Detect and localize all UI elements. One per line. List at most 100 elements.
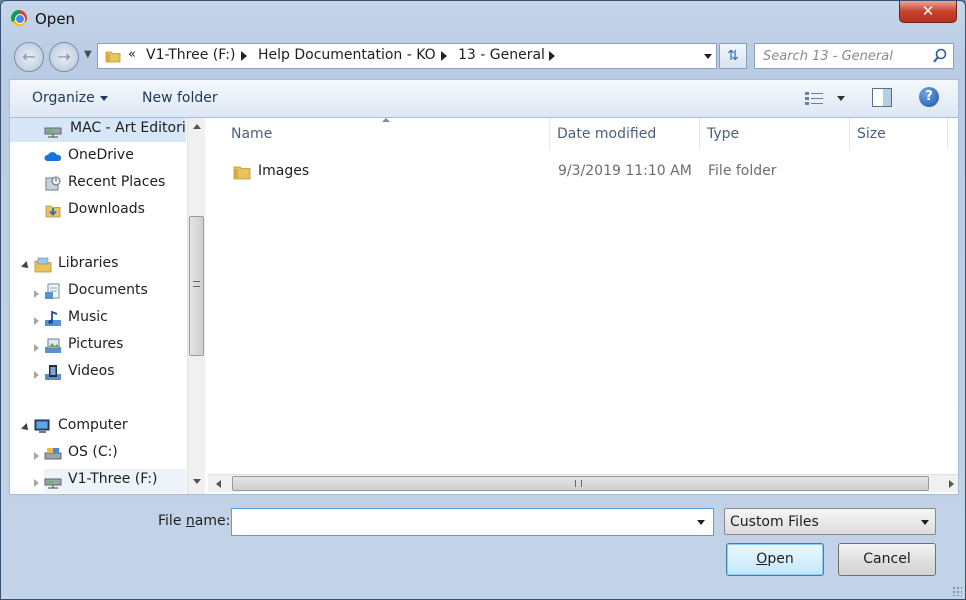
scrollbar-thumb[interactable] bbox=[189, 216, 204, 356]
pictures-icon bbox=[45, 338, 61, 353]
expand-os-c-icon[interactable] bbox=[34, 452, 39, 460]
close-button[interactable]: ✕ bbox=[899, 1, 957, 23]
breadcrumb-separator-icon[interactable] bbox=[241, 51, 247, 61]
folder-icon bbox=[105, 51, 121, 63]
recent-places-icon bbox=[45, 176, 61, 191]
chevron-down-icon bbox=[99, 95, 108, 101]
nav-item-label: MAC - Art Editorial bbox=[70, 120, 186, 136]
refresh-icon: ⇅ bbox=[727, 48, 739, 64]
column-header-name[interactable]: Name bbox=[208, 118, 550, 150]
organize-label: Organize bbox=[32, 90, 95, 106]
change-view-icon[interactable] bbox=[804, 90, 824, 106]
file-type-filter-value: Custom Files bbox=[730, 514, 819, 530]
address-history-dropdown[interactable] bbox=[704, 54, 712, 59]
file-type-filter-select[interactable]: Custom Files bbox=[724, 508, 936, 535]
scroll-down-icon[interactable] bbox=[193, 479, 201, 484]
grip-icon bbox=[575, 480, 582, 487]
nav-item-mac-art-editorial[interactable]: MAC - Art Editorial bbox=[10, 118, 186, 142]
arrow-right-icon: → bbox=[57, 47, 71, 66]
expand-music-icon[interactable] bbox=[34, 317, 39, 325]
folder-icon bbox=[233, 166, 251, 180]
search-input[interactable] bbox=[755, 44, 931, 68]
scroll-left-icon[interactable] bbox=[216, 480, 221, 488]
button-label: pen bbox=[767, 551, 794, 567]
expand-videos-icon[interactable] bbox=[34, 371, 39, 379]
nav-pane-scrollbar[interactable] bbox=[187, 118, 205, 494]
scrollbar-thumb[interactable] bbox=[232, 476, 929, 491]
window-title: Open bbox=[35, 10, 76, 28]
back-button[interactable]: ← bbox=[14, 42, 44, 72]
nav-item-label: Pictures bbox=[68, 336, 124, 352]
search-box[interactable] bbox=[754, 43, 954, 69]
breadcrumb-separator-icon[interactable] bbox=[441, 51, 447, 61]
file-date-modified: 9/3/2019 11:10 AM bbox=[558, 163, 692, 179]
network-drive-icon bbox=[44, 127, 62, 138]
accelerator-key: n bbox=[185, 513, 195, 529]
breadcrumb-help-documentation[interactable]: Help Documentation - KO bbox=[258, 47, 436, 63]
expand-documents-icon[interactable] bbox=[34, 290, 39, 298]
navigation-pane[interactable]: MAC - Art Editorial OneDrive Recent Plac… bbox=[10, 118, 186, 494]
grip-icon bbox=[193, 281, 200, 287]
expand-pictures-icon[interactable] bbox=[34, 344, 39, 352]
documents-icon bbox=[45, 283, 60, 299]
expand-v1-three-icon[interactable] bbox=[34, 479, 39, 487]
nav-item-label: Documents bbox=[68, 282, 148, 298]
collapse-libraries-icon[interactable] bbox=[21, 261, 31, 271]
breadcrumb-drive[interactable]: V1-Three (F:) bbox=[146, 47, 235, 63]
column-header-type[interactable]: Type bbox=[700, 118, 850, 150]
file-list-horizontal-scrollbar[interactable] bbox=[208, 474, 958, 492]
view-options-dropdown[interactable] bbox=[837, 96, 845, 101]
accelerator-key: O bbox=[756, 551, 768, 567]
scroll-right-icon[interactable] bbox=[949, 480, 954, 488]
nav-item-v1-three[interactable]: V1-Three (F:) bbox=[44, 469, 186, 493]
column-header-label: Date modified bbox=[557, 126, 657, 142]
address-bar[interactable]: « V1-Three (F:) Help Documentation - KO … bbox=[97, 43, 717, 69]
organize-button[interactable]: Organize bbox=[32, 90, 108, 106]
sort-ascending-icon bbox=[382, 118, 390, 122]
breadcrumb-overflow[interactable]: « bbox=[128, 47, 136, 62]
file-row[interactable]: Images 9/3/2019 11:10 AM File folder bbox=[208, 160, 948, 184]
content-area: MAC - Art Editorial OneDrive Recent Plac… bbox=[9, 117, 959, 495]
file-type: File folder bbox=[708, 163, 777, 179]
file-name-input[interactable] bbox=[232, 509, 687, 535]
nav-item-label: V1-Three (F:) bbox=[68, 471, 158, 487]
open-button[interactable]: Open bbox=[726, 543, 824, 576]
recent-locations-dropdown[interactable]: ▼ bbox=[84, 49, 92, 60]
computer-icon bbox=[34, 419, 50, 433]
cancel-button[interactable]: Cancel bbox=[838, 543, 936, 576]
refresh-button[interactable]: ⇅ bbox=[719, 43, 747, 69]
arrow-left-icon: ← bbox=[22, 47, 36, 66]
chrome-app-icon bbox=[11, 10, 27, 26]
column-header-date-modified[interactable]: Date modified bbox=[550, 118, 700, 150]
resize-grip-icon[interactable] bbox=[952, 586, 962, 596]
breadcrumb-current-folder[interactable]: 13 - General bbox=[458, 47, 545, 63]
column-header-size[interactable]: Size bbox=[850, 118, 948, 150]
forward-button[interactable]: → bbox=[49, 42, 79, 72]
collapse-computer-icon[interactable] bbox=[21, 423, 31, 433]
libraries-icon bbox=[34, 257, 52, 273]
chevron-down-icon[interactable] bbox=[697, 520, 705, 525]
open-dialog: Open ✕ ← → ▼ « V1-Three (F:) Help Docume… bbox=[0, 0, 966, 600]
nav-item-label: Libraries bbox=[58, 255, 119, 271]
scroll-up-icon[interactable] bbox=[193, 124, 201, 129]
file-list-pane[interactable]: Name Date modified Type Size Images 9/3/… bbox=[208, 118, 958, 494]
breadcrumb-separator-icon[interactable] bbox=[549, 51, 555, 61]
file-name-label: File name: bbox=[158, 513, 230, 529]
help-icon[interactable]: ? bbox=[919, 87, 939, 107]
nav-item-label: Videos bbox=[68, 363, 115, 379]
network-drive-icon bbox=[44, 478, 62, 489]
label-text: File bbox=[158, 513, 186, 529]
chevron-down-icon bbox=[921, 520, 929, 525]
downloads-icon bbox=[45, 205, 61, 218]
new-folder-button[interactable]: New folder bbox=[142, 90, 218, 106]
search-icon bbox=[933, 48, 947, 63]
nav-item-label: OneDrive bbox=[68, 147, 134, 163]
label-text: ame: bbox=[194, 513, 231, 529]
file-name-combobox[interactable] bbox=[231, 508, 714, 536]
drive-icon bbox=[44, 448, 62, 460]
command-bar: Organize New folder ? bbox=[9, 79, 959, 117]
column-header-row: Name Date modified Type Size bbox=[208, 118, 958, 150]
column-header-label: Name bbox=[231, 126, 273, 142]
preview-pane-icon[interactable] bbox=[872, 88, 892, 107]
title-bar: Open ✕ bbox=[1, 1, 965, 37]
